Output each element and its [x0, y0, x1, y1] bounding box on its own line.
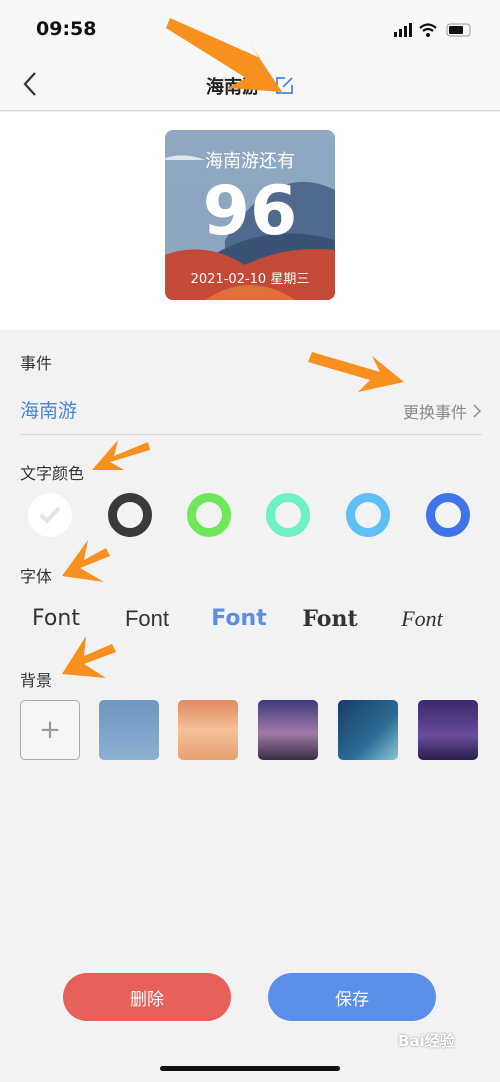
chevron-right-icon	[473, 404, 482, 418]
status-time: 09:58	[36, 18, 97, 40]
change-event-label: 更换事件	[402, 403, 467, 422]
status-bar: 09:58	[0, 0, 500, 55]
color-swatch-sky[interactable]	[346, 493, 390, 537]
nav-bar: 海南游	[0, 55, 500, 111]
delete-button[interactable]: 删除	[63, 973, 231, 1021]
divider	[20, 434, 482, 435]
check-icon	[39, 506, 61, 524]
color-swatch-green[interactable]	[187, 493, 231, 537]
font-option-4[interactable]: Font	[290, 606, 370, 632]
color-swatch-mint[interactable]	[266, 493, 310, 537]
font-label: 字体	[20, 567, 53, 586]
card-caption: 海南游还有	[205, 151, 295, 172]
event-value: 海南游	[20, 400, 78, 422]
home-indicator	[160, 1066, 340, 1071]
color-swatch-dark[interactable]	[108, 493, 152, 537]
status-icons	[394, 23, 471, 37]
background-option-desert[interactable]	[178, 700, 238, 760]
page-title: 海南游	[206, 77, 260, 98]
color-swatch-white[interactable]	[28, 493, 72, 537]
color-swatch-blue[interactable]	[426, 493, 470, 537]
background-label: 背景	[20, 671, 53, 690]
background-option-ocean[interactable]	[338, 700, 398, 760]
countdown-card-preview: 海南游还有 96 2021-02-10 星期三	[165, 130, 335, 300]
background-option-blue[interactable]	[99, 700, 159, 760]
font-option-3-selected[interactable]: Font	[199, 606, 279, 631]
background-option-purple[interactable]	[418, 700, 478, 760]
font-option-5[interactable]: Font	[382, 606, 462, 632]
card-date: 2021-02-10 星期三	[190, 272, 310, 287]
background-option-dusk[interactable]	[258, 700, 318, 760]
watermark: Bai经验	[398, 1032, 455, 1050]
font-option-2[interactable]: Font	[107, 606, 187, 632]
save-button[interactable]: 保存	[268, 973, 436, 1021]
edit-icon[interactable]	[275, 76, 294, 95]
event-label: 事件	[20, 354, 53, 373]
chevron-left-icon[interactable]	[22, 71, 38, 97]
text-color-label: 文字颜色	[20, 464, 85, 483]
card-days: 96	[202, 172, 298, 251]
font-option-1[interactable]: Font	[16, 606, 96, 631]
change-event-button[interactable]: 更换事件	[403, 399, 482, 423]
add-background-button[interactable]: +	[20, 700, 80, 760]
